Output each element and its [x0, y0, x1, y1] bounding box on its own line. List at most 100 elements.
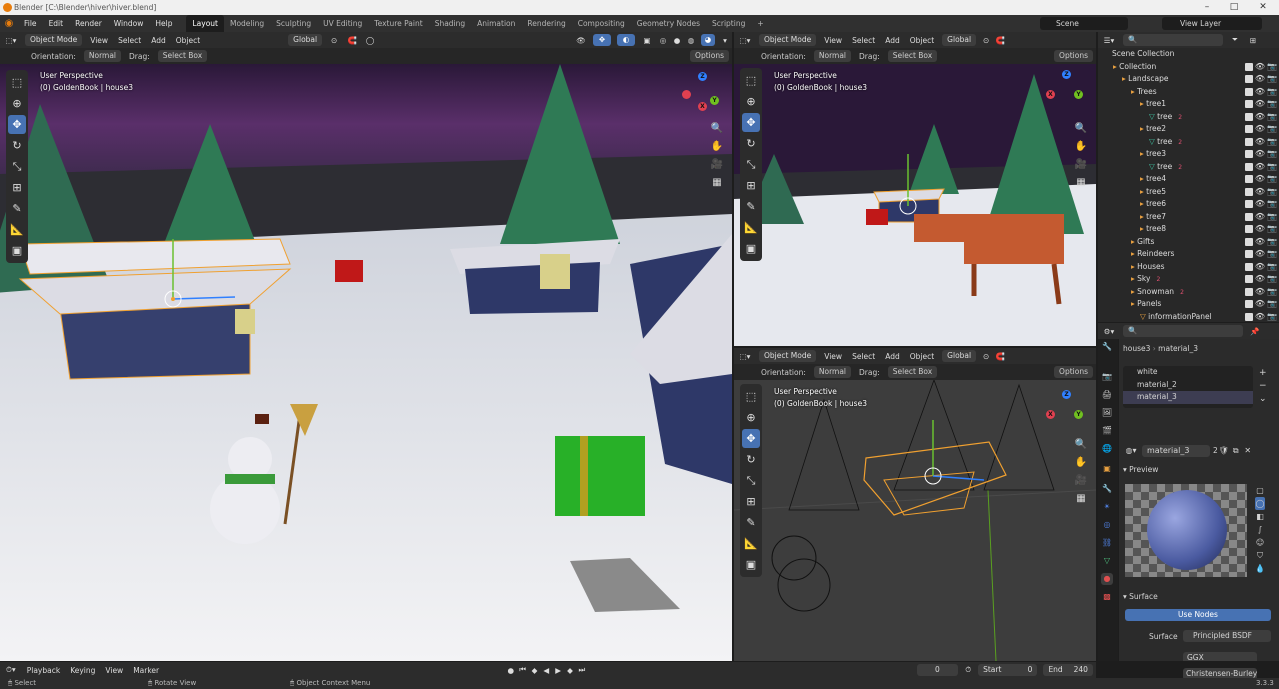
material-slot[interactable]: material_2: [1123, 379, 1253, 392]
constraints-tab-icon[interactable]: ⛓: [1101, 537, 1113, 549]
render-camera-icon[interactable]: 📷: [1267, 261, 1277, 274]
scale-tool-icon[interactable]: ⤡: [8, 157, 26, 176]
render-camera-icon[interactable]: 📷: [1267, 223, 1277, 236]
gizmo-y-icon[interactable]: Y: [1074, 90, 1083, 99]
overlay-toggle-icon[interactable]: ◐: [617, 34, 635, 46]
exclude-checkbox[interactable]: [1245, 62, 1253, 71]
pan-hand-icon[interactable]: ✋: [1072, 138, 1090, 156]
snap-icon[interactable]: 🧲: [993, 36, 1007, 45]
add-cube-tool-icon[interactable]: ▣: [742, 555, 760, 574]
transform-tool-icon[interactable]: ⊞: [742, 176, 760, 195]
visibility-eye-icon[interactable]: 👁: [1255, 173, 1265, 186]
menu-object[interactable]: Object: [905, 352, 939, 361]
camera-view-icon[interactable]: 🎥: [1072, 472, 1090, 490]
rotate-tool-icon[interactable]: ↻: [8, 136, 26, 155]
preview-fluid-icon[interactable]: 💧: [1255, 562, 1265, 575]
outliner-row[interactable]: ▸ tree6 👁 📷: [1098, 198, 1279, 211]
menu-select[interactable]: Select: [113, 36, 146, 45]
visibility-eye-icon[interactable]: 👁: [1255, 248, 1265, 261]
menu-add[interactable]: Add: [146, 36, 171, 45]
slot-menu-icon[interactable]: ⌄: [1259, 393, 1267, 406]
options-dropdown[interactable]: Options: [1054, 366, 1093, 378]
menu-object[interactable]: Object: [905, 36, 939, 45]
preview-panel-header[interactable]: ▾ Preview: [1123, 465, 1158, 474]
scale-tool-icon[interactable]: ⤡: [742, 155, 760, 174]
shading-material-icon[interactable]: ◍: [684, 36, 698, 45]
zoom-icon[interactable]: 🔍: [708, 120, 726, 138]
gizmo-x-icon[interactable]: X: [1046, 90, 1055, 99]
br-viewport-wireframe[interactable]: ⬚ ⊕ ✥ ↻ ⤡ ⊞ ✎ 📐 ▣ User Perspective (0) G…: [734, 380, 1096, 661]
render-camera-icon[interactable]: 📷: [1267, 148, 1277, 161]
exclude-checkbox[interactable]: [1245, 275, 1253, 283]
annotate-tool-icon[interactable]: ✎: [742, 197, 760, 216]
xray-icon[interactable]: ▣: [638, 36, 656, 45]
cursor-tool-icon[interactable]: ⊕: [8, 94, 26, 113]
camera-view-icon[interactable]: 🎥: [708, 156, 726, 174]
tab-texture-paint[interactable]: Texture Paint: [368, 15, 428, 32]
select-box-tool-icon[interactable]: ⬚: [8, 73, 26, 92]
play-icon[interactable]: ▶: [552, 666, 564, 675]
pivot-icon[interactable]: ⊙: [325, 36, 343, 45]
current-frame-field[interactable]: 0: [916, 664, 959, 676]
mode-dropdown[interactable]: Object Mode: [759, 350, 817, 362]
snap-icon[interactable]: 🧲: [993, 352, 1007, 361]
move-tool-icon[interactable]: ✥: [742, 113, 760, 132]
outliner-row[interactable]: ▸ Landscape 👁 📷: [1098, 73, 1279, 86]
shading-options-icon[interactable]: ▾: [718, 36, 732, 45]
fake-user-icon[interactable]: 🛡: [1218, 446, 1230, 455]
gizmo-x-icon[interactable]: X: [698, 102, 707, 111]
render-camera-icon[interactable]: 📷: [1267, 198, 1277, 211]
render-tab-icon[interactable]: 📷: [1101, 371, 1113, 383]
next-keyframe-icon[interactable]: ◆: [564, 666, 576, 675]
material-slot[interactable]: white: [1123, 366, 1253, 379]
exclude-checkbox[interactable]: [1245, 287, 1253, 296]
rotate-tool-icon[interactable]: ↻: [742, 134, 760, 153]
drag-dropdown[interactable]: Select Box: [157, 50, 208, 62]
exclude-checkbox[interactable]: [1245, 212, 1253, 221]
navigation-gizmo[interactable]: Z X Y: [1044, 68, 1090, 114]
gizmo-x-neg-icon[interactable]: [682, 90, 691, 99]
distribution-dropdown[interactable]: GGX: [1183, 652, 1257, 661]
ortho-grid-icon[interactable]: ▦: [708, 174, 726, 192]
navigation-gizmo[interactable]: Z Y X: [680, 70, 726, 116]
visibility-eye-icon[interactable]: 👁: [1255, 161, 1265, 174]
visibility-eye-icon[interactable]: 👁: [1255, 86, 1265, 99]
move-tool-icon[interactable]: ✥: [8, 115, 26, 134]
outliner-row[interactable]: ▸ tree8 👁 📷: [1098, 223, 1279, 236]
world-tab-icon[interactable]: 🌐: [1101, 443, 1113, 455]
visibility-eye-icon[interactable]: 👁: [1255, 236, 1265, 249]
visibility-eye-icon[interactable]: 👁: [1255, 123, 1265, 136]
exclude-checkbox[interactable]: [1245, 225, 1253, 233]
start-frame-field[interactable]: Start 0: [978, 664, 1038, 676]
render-camera-icon[interactable]: 📷: [1267, 211, 1277, 224]
menu-view[interactable]: View: [819, 36, 847, 45]
tab-sculpting[interactable]: Sculpting: [270, 15, 317, 32]
exclude-checkbox[interactable]: [1245, 300, 1253, 308]
close-button[interactable]: ✕: [1250, 0, 1276, 15]
duplicate-icon[interactable]: ⧉: [1230, 446, 1242, 456]
scene-collection-row[interactable]: Scene Collection: [1098, 48, 1279, 61]
gizmo-z-icon[interactable]: Z: [698, 72, 707, 81]
visibility-eye-icon[interactable]: 👁: [1255, 111, 1265, 124]
use-nodes-button[interactable]: Use Nodes: [1125, 609, 1271, 621]
render-camera-icon[interactable]: 📷: [1267, 161, 1277, 174]
exclude-checkbox[interactable]: [1245, 100, 1253, 108]
proportional-icon[interactable]: ◯: [361, 36, 379, 45]
exclude-checkbox[interactable]: [1245, 250, 1253, 258]
exclude-checkbox[interactable]: [1245, 150, 1253, 158]
preview-hair-icon[interactable]: ∫: [1255, 523, 1265, 536]
new-collection-icon[interactable]: ⊞: [1244, 36, 1262, 45]
remove-slot-icon[interactable]: −: [1259, 380, 1267, 393]
menu-marker[interactable]: Marker: [128, 666, 164, 675]
preview-cube-icon[interactable]: ◧: [1255, 510, 1265, 523]
outliner-row[interactable]: ▸ tree5 👁 📷: [1098, 186, 1279, 199]
outliner-row[interactable]: ▽ informationPanel 👁 📷: [1098, 311, 1279, 323]
render-camera-icon[interactable]: 📷: [1267, 311, 1277, 323]
jump-start-icon[interactable]: ⏮: [517, 665, 529, 675]
menu-playback[interactable]: Playback: [22, 666, 65, 675]
surface-panel-header[interactable]: ▾ Surface: [1123, 592, 1158, 601]
render-camera-icon[interactable]: 📷: [1267, 98, 1277, 111]
exclude-checkbox[interactable]: [1245, 200, 1253, 208]
menu-add[interactable]: Add: [880, 352, 905, 361]
modifier-tab-icon[interactable]: 🔧: [1101, 483, 1113, 495]
